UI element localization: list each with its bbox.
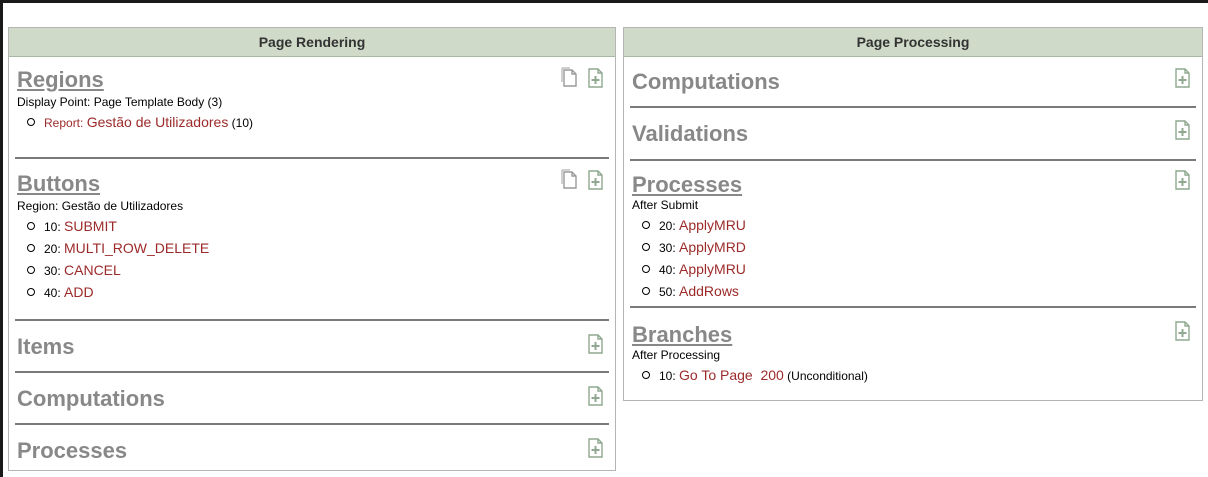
list-item: 30: CANCEL	[27, 260, 605, 282]
process-link[interactable]: ApplyMRU	[679, 217, 746, 233]
buttons-region: Region: Gestão de Utilizadores	[17, 199, 184, 213]
bullet-icon	[27, 118, 35, 126]
left-border	[0, 0, 3, 477]
button-link-submit[interactable]: SUBMIT	[64, 218, 117, 234]
item-seq: 20:	[44, 242, 65, 256]
list-item: 20: ApplyMRU	[642, 215, 1192, 237]
bullet-icon	[27, 288, 35, 296]
proc-branches-section: Branches After Processing 10: Go To Page…	[624, 308, 1202, 388]
list-item: 30: ApplyMRD	[642, 237, 1192, 259]
create-icon[interactable]	[587, 385, 605, 407]
proc-validations-icons	[1174, 119, 1192, 141]
branch-link[interactable]: Go To Page 200	[679, 367, 784, 383]
region-type-link[interactable]: Report:	[44, 116, 87, 130]
copy-icon[interactable]	[561, 169, 579, 191]
computations-icons	[587, 385, 605, 407]
bullet-icon	[642, 287, 650, 295]
proc-branches-subtitle: After Processing	[632, 348, 721, 362]
bullet-icon	[27, 244, 35, 252]
list-item: 10: SUBMIT	[27, 216, 605, 238]
buttons-icons	[561, 169, 605, 191]
processes-icons	[587, 437, 605, 459]
list-item: 10: Go To Page 200 (Unconditional)	[642, 365, 1192, 387]
proc-validations-title: Validations	[632, 121, 749, 146]
list-item: 40: ApplyMRU	[642, 259, 1192, 281]
copy-icon[interactable]	[561, 67, 579, 89]
process-link[interactable]: ApplyMRD	[679, 239, 746, 255]
branch-condition: (Unconditional)	[783, 369, 868, 383]
proc-computations-title: Computations	[632, 69, 780, 94]
create-icon[interactable]	[587, 437, 605, 459]
proc-processes-subtitle: After Submit	[632, 198, 699, 212]
proc-computations-section: Computations	[624, 57, 1202, 106]
proc-computations-icons	[1174, 67, 1192, 89]
item-seq: 30:	[44, 264, 65, 278]
proc-processes-icons	[1174, 169, 1192, 191]
items-icons	[587, 333, 605, 355]
proc-validations-section: Validations	[624, 108, 1202, 159]
regions-display-point: Display Point: Page Template Body (3)	[17, 95, 223, 109]
item-seq: 30:	[659, 241, 680, 255]
create-icon[interactable]	[587, 67, 605, 89]
create-icon[interactable]	[587, 333, 605, 355]
proc-branches-title[interactable]: Branches	[632, 322, 1192, 348]
top-border	[0, 0, 1208, 3]
list-item: 50: AddRows	[642, 281, 1192, 303]
bullet-icon	[27, 222, 35, 230]
create-icon[interactable]	[1174, 119, 1192, 141]
item-seq: 50:	[659, 285, 680, 299]
create-icon[interactable]	[1174, 169, 1192, 191]
regions-icons	[561, 67, 605, 89]
bullet-icon	[642, 221, 650, 229]
create-icon[interactable]	[587, 169, 605, 191]
proc-branches-icons	[1174, 320, 1192, 342]
process-link[interactable]: ApplyMRU	[679, 261, 746, 277]
page-processing-header: Page Processing	[624, 28, 1202, 57]
region-link[interactable]: Gestão de Utilizadores	[87, 114, 229, 130]
region-count: (10)	[228, 116, 254, 130]
items-section: Items	[9, 321, 615, 371]
list-item: Report: Gestão de Utilizadores (10)	[27, 112, 605, 134]
page-processing-panel: Page Processing Computations Validations…	[623, 27, 1203, 401]
proc-processes-section: Processes After Submit 20: ApplyMRU 30: …	[624, 161, 1202, 306]
processes-title: Processes	[17, 438, 128, 463]
bullet-icon	[27, 266, 35, 274]
buttons-section: Buttons Region: Gestão de Utilizadores 1…	[9, 159, 615, 319]
regions-title[interactable]: Regions	[17, 67, 605, 93]
button-link-cancel[interactable]: CANCEL	[64, 262, 121, 278]
item-seq: 10:	[659, 369, 680, 383]
list-item: 20: MULTI_ROW_DELETE	[27, 238, 605, 260]
button-link-multi-row-delete[interactable]: MULTI_ROW_DELETE	[64, 240, 209, 256]
process-link[interactable]: AddRows	[679, 283, 739, 299]
create-icon[interactable]	[1174, 67, 1192, 89]
item-seq: 40:	[659, 263, 680, 277]
item-seq: 10:	[44, 220, 65, 234]
computations-section: Computations	[9, 373, 615, 423]
items-title: Items	[17, 334, 75, 359]
list-item: 40: ADD	[27, 282, 605, 304]
page-rendering-header: Page Rendering	[9, 28, 615, 57]
regions-section: Regions Display Point: Page Template Bod…	[9, 57, 615, 157]
processes-section: Processes	[9, 425, 615, 471]
buttons-title[interactable]: Buttons	[17, 171, 605, 197]
computations-title: Computations	[17, 386, 165, 411]
proc-processes-title[interactable]: Processes	[632, 172, 1192, 198]
create-icon[interactable]	[1174, 320, 1192, 342]
page-rendering-panel: Page Rendering Regions Display Point: Pa…	[8, 27, 616, 471]
button-link-add[interactable]: ADD	[64, 284, 94, 300]
bullet-icon	[642, 243, 650, 251]
item-seq: 20:	[659, 219, 680, 233]
bullet-icon	[642, 371, 650, 379]
bullet-icon	[642, 265, 650, 273]
item-seq: 40:	[44, 286, 65, 300]
